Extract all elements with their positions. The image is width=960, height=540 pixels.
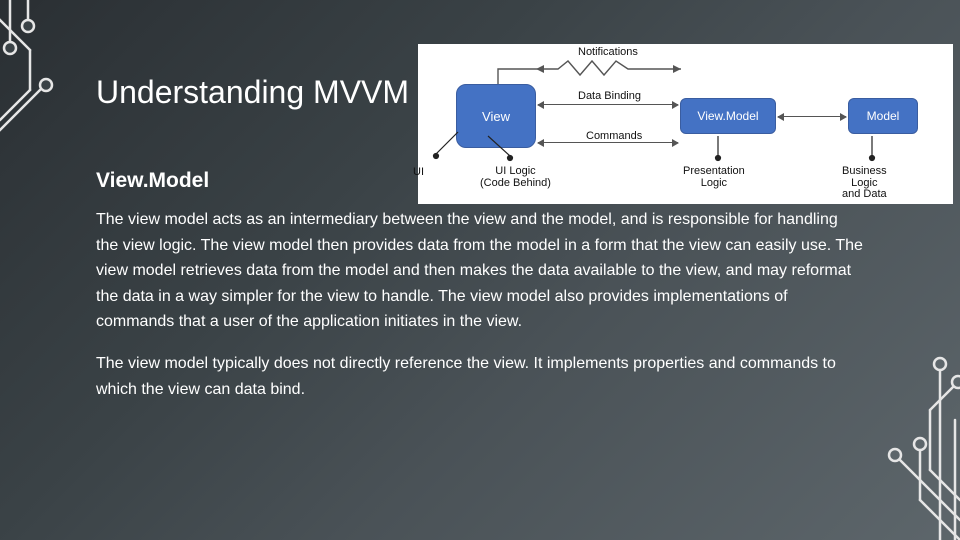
- diagram-notifications-label: Notifications: [578, 46, 638, 58]
- slide: Understanding MVVM View View.Model Model: [0, 0, 960, 540]
- diagram-ui-label: UI: [413, 166, 424, 178]
- diagram-uilogic-label: UI Logic (Code Behind): [480, 166, 551, 189]
- diagram-notifications-arrow: [536, 59, 681, 77]
- body-paragraph-2: The view model typically does not direct…: [96, 351, 864, 402]
- mvvm-diagram: View View.Model Model Notifications Data…: [418, 44, 953, 204]
- diagram-databinding-arrow: [538, 104, 678, 105]
- diagram-databinding-label: Data Binding: [578, 90, 641, 102]
- body-paragraph-1: The view model acts as an intermediary b…: [96, 207, 864, 335]
- diagram-notifications-bend: [488, 59, 538, 89]
- diagram-presentation-label: Presentation Logic: [683, 166, 745, 189]
- diagram-business-label: Business Logic and Data: [842, 166, 887, 201]
